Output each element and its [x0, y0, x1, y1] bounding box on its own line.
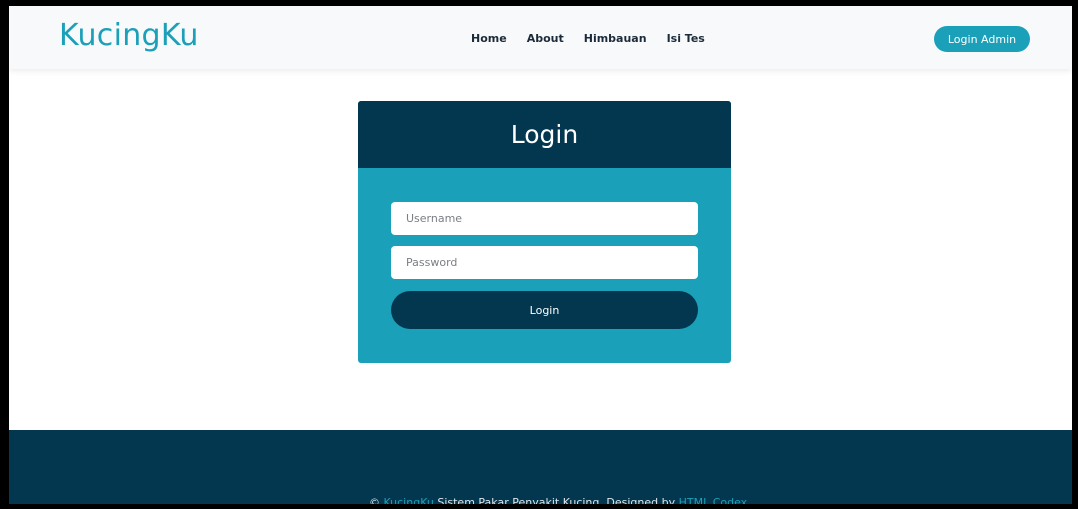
- browser-viewport: KucingKu Home About Himbauan Isi Tes Log…: [9, 6, 1072, 504]
- username-input[interactable]: [391, 202, 698, 235]
- nav-link-himbauan[interactable]: Himbauan: [584, 32, 647, 45]
- navbar: KucingKu Home About Himbauan Isi Tes Log…: [9, 6, 1072, 69]
- footer-designer-link[interactable]: HTML Codex: [679, 496, 748, 504]
- brand-logo[interactable]: KucingKu: [59, 18, 199, 53]
- nav-link-home[interactable]: Home: [471, 32, 507, 45]
- copyright-symbol: ©: [369, 496, 380, 504]
- login-card: Login Login: [358, 101, 731, 363]
- login-title: Login: [510, 120, 579, 149]
- login-admin-button[interactable]: Login Admin: [934, 26, 1030, 52]
- password-input[interactable]: [391, 246, 698, 279]
- nav-link-isi-tes[interactable]: Isi Tes: [667, 32, 705, 45]
- nav-menu: Home About Himbauan Isi Tes: [471, 32, 705, 45]
- footer-brand-link[interactable]: KucingKu: [384, 496, 434, 504]
- login-submit-button[interactable]: Login: [391, 291, 698, 329]
- footer: © KucingKu Sistem Pakar Penyakit Kucing.…: [9, 430, 1072, 504]
- nav-link-about[interactable]: About: [527, 32, 564, 45]
- login-card-header: Login: [358, 101, 731, 168]
- footer-copyright: © KucingKu Sistem Pakar Penyakit Kucing.…: [369, 496, 747, 504]
- footer-text-middle: Sistem Pakar Penyakit Kucing. Designed b…: [437, 496, 676, 504]
